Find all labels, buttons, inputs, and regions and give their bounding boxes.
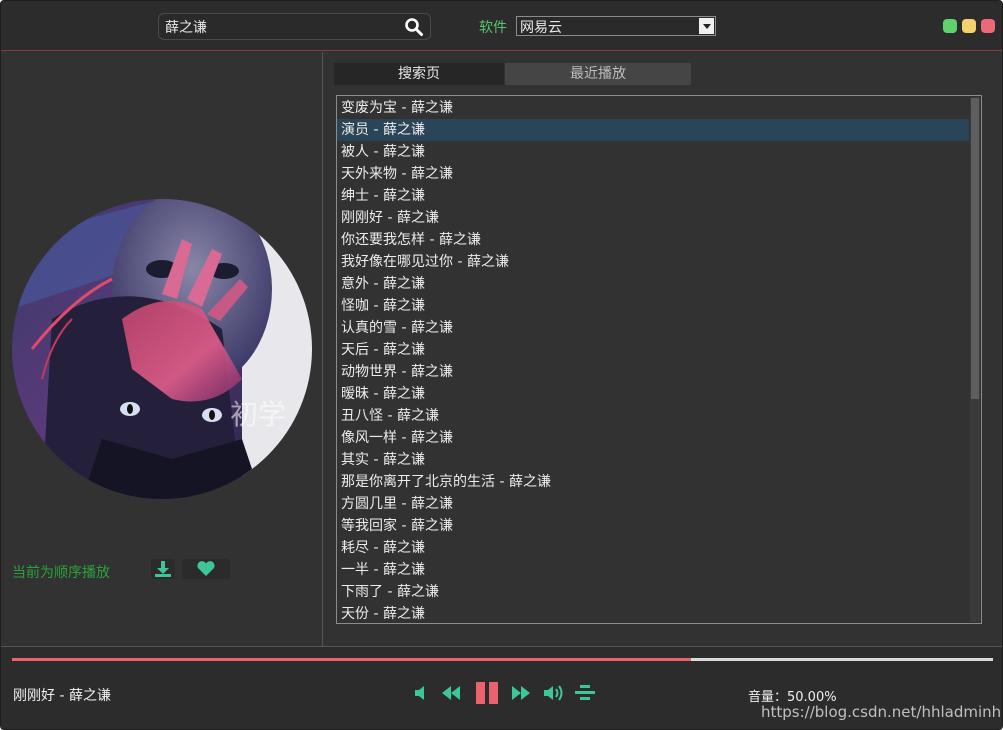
like-button[interactable] [182,559,230,579]
song-list-item[interactable]: 那是你离开了北京的生活 - 薛之谦 [337,471,969,493]
song-list-item[interactable]: 你还要我怎样 - 薛之谦 [337,229,969,251]
album-cover: 初学 [12,199,312,499]
watermark-text: https://blog.csdn.net/hhladminhhl [761,703,1003,721]
source-label: 软件 [479,20,507,36]
minimize-button[interactable] [943,19,957,33]
player-bar: 刚刚好 - 薛之谦 音量：50.00% https://blog.csdn.ne… [1,646,1003,729]
song-list-item[interactable]: 下雨了 - 薛之谦 [337,581,969,603]
playlist-icon[interactable] [573,681,597,705]
album-cover-art: 初学 [12,199,312,499]
search-input[interactable] [165,17,395,37]
progress-fill [12,658,691,661]
song-list-item[interactable]: 其实 - 薛之谦 [337,449,969,471]
pause-icon[interactable] [475,681,499,705]
song-list-item[interactable]: 被人 - 薛之谦 [337,141,969,163]
song-list-item[interactable]: 天外来物 - 薛之谦 [337,163,969,185]
close-button[interactable] [981,19,995,33]
volume-up-icon[interactable] [541,681,565,705]
tab-recent[interactable]: 最近播放 [505,63,691,85]
song-list-item[interactable]: 天后 - 薛之谦 [337,339,969,361]
song-list-item[interactable]: 刚刚好 - 薛之谦 [337,207,969,229]
song-list-item[interactable]: 意外 - 薛之谦 [337,273,969,295]
tab-search[interactable]: 搜索页 [334,63,504,85]
download-button[interactable] [151,559,175,579]
song-list-item[interactable]: 变废为宝 - 薛之谦 [337,97,969,119]
maximize-button[interactable] [962,19,976,33]
progress-bar[interactable] [12,658,993,661]
song-list-item[interactable]: 丑八怪 - 薛之谦 [337,405,969,427]
song-list-item[interactable]: 我好像在哪见过你 - 薛之谦 [337,251,969,273]
song-list-item[interactable]: 绅士 - 薛之谦 [337,185,969,207]
song-list-item[interactable]: 暧昧 - 薛之谦 [337,383,969,405]
song-list-item[interactable]: 一半 - 薛之谦 [337,559,969,581]
search-box[interactable] [158,13,431,40]
song-list-item[interactable]: 耗尽 - 薛之谦 [337,537,969,559]
left-panel: 初学 当前为顺序播放 [1,52,323,646]
play-mode-label: 当前为顺序播放 [12,565,110,581]
next-icon[interactable] [509,681,533,705]
search-icon[interactable] [404,17,424,37]
top-bar: 软件 网易云 [1,1,1002,51]
heart-icon [197,561,215,576]
scrollbar[interactable] [970,97,980,622]
music-player-window: 软件 网易云 [0,0,1003,730]
source-select-value: 网易云 [520,20,562,36]
volume-down-icon[interactable] [409,681,433,705]
previous-icon[interactable] [439,681,463,705]
source-select[interactable]: 网易云 [516,16,716,36]
song-list-item[interactable]: 认真的雪 - 薛之谦 [337,317,969,339]
song-list-item[interactable]: 等我回家 - 薛之谦 [337,515,969,537]
song-list[interactable]: 变废为宝 - 薛之谦 演员 - 薛之谦 被人 - 薛之谦 天外来物 - 薛之谦 绅士 -… [336,95,982,624]
chevron-down-icon[interactable] [699,18,714,34]
cover-watermark-text: 初学 [230,398,286,431]
scrollbar-thumb[interactable] [971,98,979,399]
song-list-item[interactable]: 像风一样 - 薛之谦 [337,427,969,449]
song-list-item[interactable]: 动物世界 - 薛之谦 [337,361,969,383]
song-list-item[interactable]: 演员 - 薛之谦 [337,119,969,141]
song-list-item[interactable]: 怪咖 - 薛之谦 [337,295,969,317]
download-icon [155,561,171,577]
now-playing-label: 刚刚好 - 薛之谦 [13,688,111,704]
song-list-item[interactable]: 方圆几里 - 薛之谦 [337,493,969,515]
song-list-item[interactable]: 天份 - 薛之谦 [337,603,969,623]
